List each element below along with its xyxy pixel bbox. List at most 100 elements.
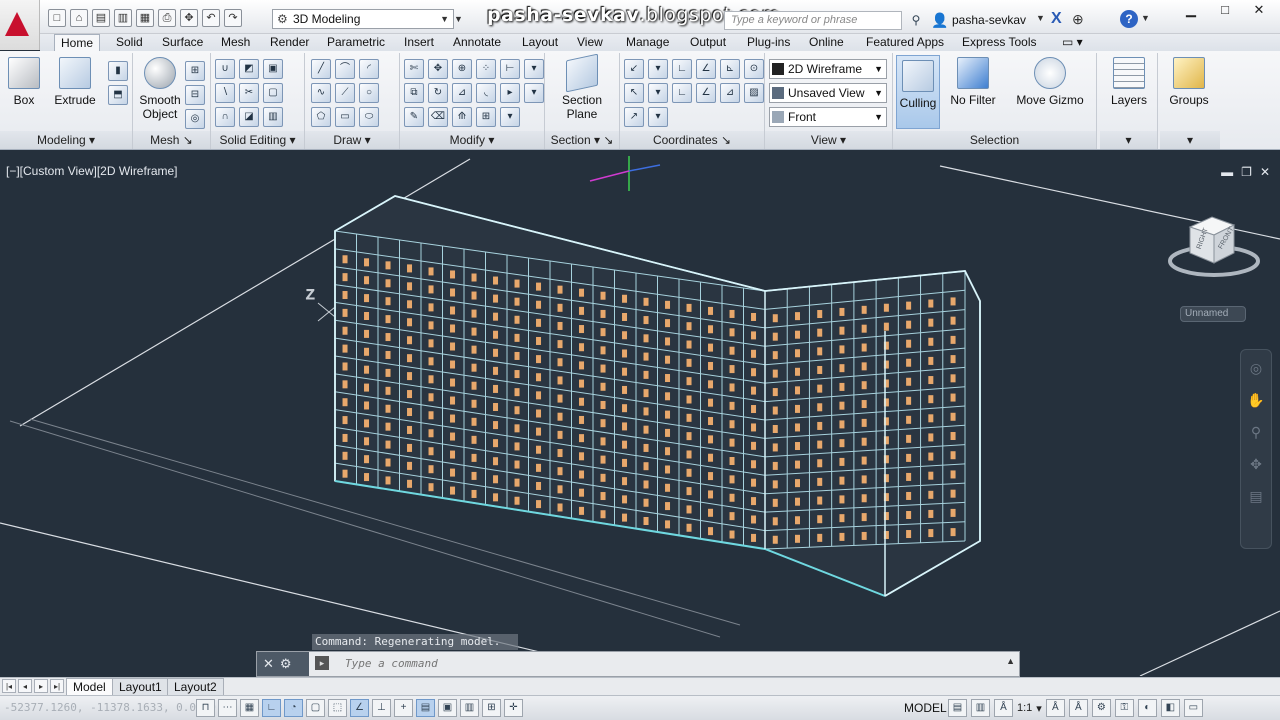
move-icon[interactable]: ⊕	[452, 59, 472, 79]
ucs-origin-icon[interactable]: ∟	[672, 59, 692, 79]
intersect-icon[interactable]: ∩	[215, 107, 235, 127]
offset-icon[interactable]: ▸	[500, 83, 520, 103]
prev-layout-icon[interactable]: ◂	[18, 679, 32, 693]
quick-view-layouts-icon[interactable]: ▤	[948, 699, 967, 717]
ucs-icon[interactable]: ⊢	[500, 59, 520, 79]
selection-cycling-icon[interactable]: ⊞	[482, 699, 501, 717]
osnap-icon[interactable]: ▢	[306, 699, 325, 717]
grid-display-icon[interactable]: ▦	[240, 699, 259, 717]
tab-output[interactable]: Output	[684, 34, 732, 51]
viewcube-icon[interactable]: RIGHT FRONT	[1166, 213, 1262, 283]
slice-icon[interactable]: ◩	[239, 59, 259, 79]
open-file-icon[interactable]: ⌂	[70, 9, 88, 27]
trim-icon[interactable]: ✄	[404, 59, 424, 79]
annotation-scale-value[interactable]: 1:1	[1017, 702, 1032, 714]
union-icon[interactable]: ∪	[215, 59, 235, 79]
publish-icon[interactable]: ▦	[136, 9, 154, 27]
close-icon[interactable]: ✕	[1242, 0, 1276, 22]
plot-icon[interactable]: ⎙	[158, 9, 176, 27]
ucs-object-icon[interactable]: ↖	[624, 83, 644, 103]
ucs-y-icon[interactable]: ∠	[696, 83, 716, 103]
shell-icon[interactable]: ▢	[263, 83, 283, 103]
tab-surface[interactable]: Surface	[156, 34, 209, 51]
tab-render[interactable]: Render	[264, 34, 315, 51]
dynamic-input-icon[interactable]: +	[394, 699, 413, 717]
ucs-x-icon[interactable]: ∟	[672, 83, 692, 103]
redo-icon[interactable]: ↷	[224, 9, 242, 27]
workspace-select[interactable]: ⚙ 3D Modeling ▼	[272, 9, 454, 29]
close-icon[interactable]: ✕	[1260, 165, 1270, 179]
presspull-icon[interactable]: ⬒	[108, 85, 128, 105]
lineweight-icon[interactable]: ▤	[416, 699, 435, 717]
maximize-icon[interactable]: □	[1208, 0, 1242, 22]
quick-properties-icon[interactable]: ▥	[460, 699, 479, 717]
stretch-icon[interactable]: ⟰	[452, 107, 472, 127]
ucs-zaxis-icon[interactable]: ⊿	[720, 83, 740, 103]
minimize-icon[interactable]: ▬	[1221, 165, 1233, 179]
viewport-label[interactable]: [−][Custom View][2D Wireframe]	[6, 164, 178, 178]
workspace-switching-icon[interactable]: ⚙	[1091, 699, 1111, 717]
panel-title-modeling[interactable]: Modeling ▾	[0, 131, 132, 149]
ucs-z-icon[interactable]: ∠	[696, 59, 716, 79]
circle-icon[interactable]: ○	[359, 83, 379, 103]
erase-icon[interactable]: ⌫	[428, 107, 448, 127]
search-input[interactable]: Type a keyword or phrase	[724, 11, 902, 30]
exchange-icon[interactable]: X	[1051, 10, 1062, 28]
more2-icon[interactable]: ▾	[524, 83, 544, 103]
clean-screen-icon[interactable]: ▭	[1183, 699, 1203, 717]
tab-insert[interactable]: Insert	[398, 34, 440, 51]
orbit-icon[interactable]: ✥	[1244, 452, 1268, 476]
tab-manage[interactable]: Manage	[620, 34, 675, 51]
mesh-crease-icon[interactable]: ◎	[185, 109, 205, 129]
more-icon[interactable]: ▾	[524, 59, 544, 79]
tab-home[interactable]: Home	[54, 34, 101, 52]
line2-icon[interactable]: ⟋	[335, 83, 355, 103]
ucs-dd2-icon[interactable]: ▾	[648, 83, 668, 103]
hardware-acceleration-icon[interactable]: ◧	[1160, 699, 1180, 717]
dynamic-ucs-icon[interactable]: ⊥	[372, 699, 391, 717]
chevron-up-icon[interactable]: ▲	[1006, 656, 1015, 666]
copy-icon[interactable]: ⧉	[404, 83, 424, 103]
match-properties-icon[interactable]: ✥	[180, 9, 198, 27]
panel-title-groups[interactable]: ▾	[1160, 131, 1220, 149]
drawing-viewport[interactable]: Z [−][Custom View][2D Wireframe] ▬ ❐ ✕ R…	[0, 151, 1280, 676]
ucs-view-icon[interactable]: ⊙	[744, 59, 764, 79]
layout-tab-layout2[interactable]: Layout2	[167, 678, 224, 696]
panel-title-layers[interactable]: ▾	[1100, 131, 1157, 149]
tab-solid[interactable]: Solid	[110, 34, 149, 51]
steering-wheel-icon[interactable]: ◎	[1244, 356, 1268, 380]
tab-mesh[interactable]: Mesh	[215, 34, 256, 51]
panel-title-solid-editing[interactable]: Solid Editing ▾	[211, 131, 304, 149]
fillet-icon[interactable]: ◟	[476, 83, 496, 103]
user-icon[interactable]: 👤	[931, 11, 948, 29]
tab-parametric[interactable]: Parametric	[321, 34, 391, 51]
transparency-icon[interactable]: ▣	[438, 699, 457, 717]
fillet-edge-icon[interactable]: ◪	[239, 107, 259, 127]
minimize-icon[interactable]: ▁	[1174, 0, 1208, 22]
array-icon[interactable]: ⁘	[476, 59, 496, 79]
polysolid-icon[interactable]: ▮	[108, 61, 128, 81]
restore-icon[interactable]: ❐	[1241, 165, 1252, 179]
no-filter-button[interactable]: No Filter	[947, 57, 999, 107]
annotation-visibility-icon[interactable]: Å	[1045, 699, 1065, 717]
tab-plug-ins[interactable]: Plug-ins	[741, 34, 796, 51]
annotation-monitor-icon[interactable]: ✛	[504, 699, 523, 717]
tab-view[interactable]: View	[571, 34, 609, 51]
rect-array-icon[interactable]: ⊞	[476, 107, 496, 127]
3d-osnap-icon[interactable]: ⬚	[328, 699, 347, 717]
last-layout-icon[interactable]: ▸|	[50, 679, 64, 693]
chevron-down-icon[interactable]: ▼	[1141, 13, 1150, 23]
panel-title-draw[interactable]: Draw ▾	[305, 131, 399, 149]
help-icon[interactable]: ?	[1120, 10, 1138, 28]
section-plane-button[interactable]: Section Plane	[559, 53, 605, 121]
arc-icon[interactable]: ◜	[359, 59, 379, 79]
rectangle-icon[interactable]: ▭	[335, 107, 355, 127]
isolate-objects-icon[interactable]: ◐	[1137, 699, 1157, 717]
quick-view-drawings-icon[interactable]: ▥	[971, 699, 990, 717]
ucs-world-icon[interactable]: ↙	[624, 59, 644, 79]
a360-icon[interactable]: ⊕	[1072, 11, 1084, 28]
ucs-named-icon[interactable]: ↗	[624, 107, 644, 127]
mesh-refine-icon[interactable]: ⊟	[185, 85, 205, 105]
move-gizmo-button[interactable]: Move Gizmo	[1013, 57, 1087, 107]
extrude-button[interactable]: Extrude	[52, 57, 98, 107]
